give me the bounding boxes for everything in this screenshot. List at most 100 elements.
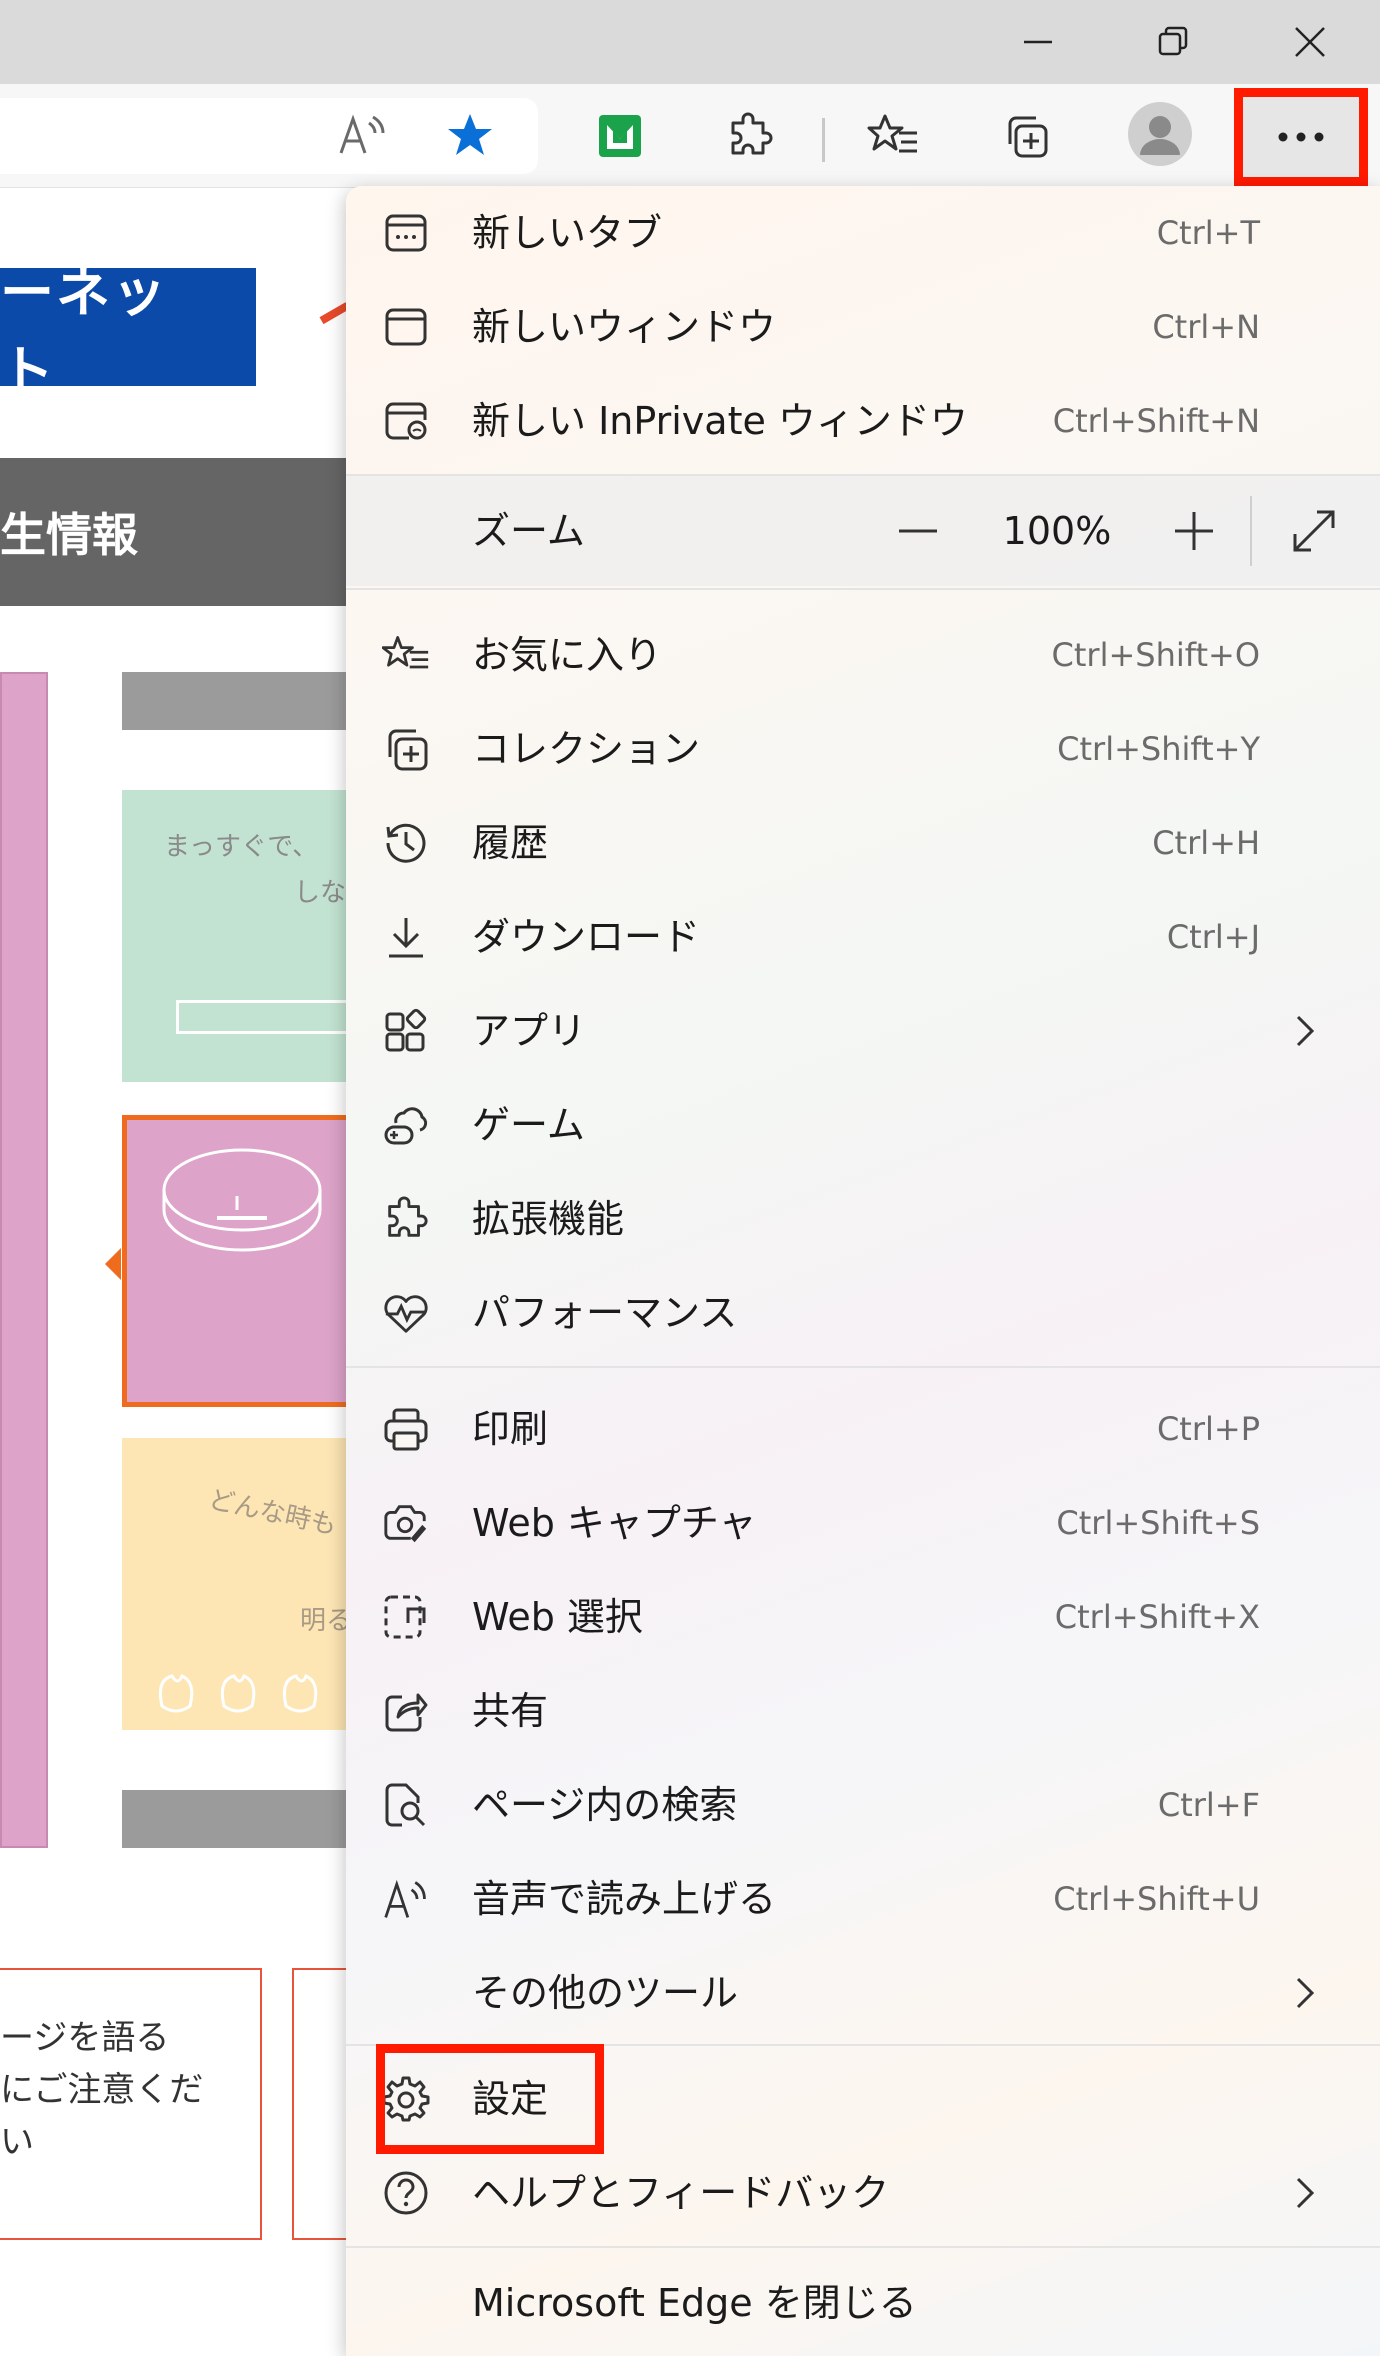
menu-item-label: 履歴 [472, 821, 549, 865]
address-bar[interactable] [0, 98, 538, 174]
close-icon [1295, 27, 1325, 57]
help-icon [382, 2169, 430, 2217]
new-tab-icon [382, 209, 430, 257]
yellow-card-line1: どんな時も [205, 1484, 340, 1542]
more-dots-icon [1278, 132, 1324, 142]
side-column [0, 672, 48, 1848]
menu-item-shortcut: Ctrl+Shift+N [1052, 402, 1260, 440]
read-aloud-button[interactable] [326, 100, 398, 172]
chevron-right-icon [1280, 1007, 1328, 1055]
fullscreen-button[interactable] [1278, 495, 1350, 567]
menu-item-web-capture[interactable]: Web キャプチャ Ctrl+Shift+S [346, 1476, 1380, 1570]
history-icon [382, 819, 430, 867]
web-select-icon [382, 1593, 430, 1641]
extension-green-button[interactable] [584, 100, 656, 172]
extensions-icon [382, 1195, 430, 1243]
settings-and-more-button[interactable] [1234, 88, 1368, 186]
plus-icon [1175, 512, 1213, 550]
menu-item-label: 共有 [472, 1689, 549, 1733]
menu-divider [346, 1366, 1380, 1368]
menu-item-web-select[interactable]: Web 選択 Ctrl+Shift+X [346, 1570, 1380, 1664]
menu-item-new-window[interactable]: 新しいウィンドウ Ctrl+N [346, 280, 1380, 374]
restore-button[interactable] [1113, 0, 1233, 84]
new-window-icon [382, 303, 430, 351]
fullscreen-expand-icon [1293, 510, 1335, 552]
print-icon [382, 1405, 430, 1453]
profile-button[interactable] [1124, 98, 1196, 170]
menu-item-label: Web 選択 [472, 1595, 643, 1639]
chevron-right-icon [1280, 1969, 1328, 2017]
close-window-button[interactable] [1250, 0, 1370, 84]
notice-line: にご注意くだ [0, 2070, 204, 2110]
extension-green-icon [599, 115, 641, 157]
collections-button[interactable] [990, 100, 1062, 172]
tulip-decoration-icon [158, 1674, 318, 1713]
menu-item-shortcut: Ctrl+Shift+S [1056, 1504, 1260, 1542]
menu-item-read-aloud[interactable]: 音声で読み上げる Ctrl+Shift+U [346, 1852, 1380, 1946]
site-logo[interactable]: ーネット [0, 261, 256, 403]
menu-item-collections[interactable]: コレクション Ctrl+Shift+Y [346, 702, 1380, 796]
menu-item-new-tab[interactable]: 新しいタブ Ctrl+T [346, 186, 1380, 280]
menu-item-apps[interactable]: アプリ [346, 984, 1380, 1078]
download-icon [382, 913, 430, 961]
menu-item-share[interactable]: 共有 [346, 1664, 1380, 1758]
notice-line: ージを語る [0, 2018, 170, 2058]
menu-item-close-edge[interactable]: Microsoft Edge を閉じる [346, 2256, 1380, 2350]
pink-card[interactable] [105, 1115, 382, 1407]
menu-item-performance[interactable]: パフォーマンス [346, 1266, 1380, 1360]
menu-item-favorites[interactable]: お気に入り Ctrl+Shift+O [346, 608, 1380, 702]
menu-item-shortcut: Ctrl+F [1157, 1786, 1260, 1824]
find-on-page-icon [382, 1781, 430, 1829]
favorite-star-icon [448, 114, 492, 155]
menu-item-print[interactable]: 印刷 Ctrl+P [346, 1382, 1380, 1476]
menu-item-label: 新しいウィンドウ [472, 305, 777, 349]
zoom-label: ズーム [472, 509, 585, 553]
menu-item-label: パフォーマンス [472, 1291, 738, 1335]
title-bar [0, 0, 1380, 84]
extensions-puzzle-icon [731, 112, 773, 155]
yellow-card[interactable]: どんな時も 明る [122, 1438, 382, 1730]
green-card-line2: しな [294, 878, 347, 908]
favorite-this-page-button[interactable] [434, 100, 506, 172]
green-card[interactable]: まっすぐで、 しな [122, 790, 416, 1082]
menu-item-label: お気に入り [472, 633, 663, 677]
menu-item-history[interactable]: 履歴 Ctrl+H [346, 796, 1380, 890]
menu-item-help-and-feedback[interactable]: ヘルプとフィードバック [346, 2146, 1380, 2240]
menu-item-extensions[interactable]: 拡張機能 [346, 1172, 1380, 1266]
notice-box: ージを語る にご注意くだ い [0, 1968, 262, 2240]
chevron-right-icon [1280, 2169, 1328, 2217]
favorites-button[interactable] [858, 100, 930, 172]
performance-icon [382, 1289, 430, 1337]
settings-highlight [376, 2044, 604, 2154]
info-band: 生情報 [0, 458, 360, 606]
restore-icon [1158, 26, 1188, 56]
menu-item-label: 音声で読み上げる [472, 1877, 777, 1921]
menu-item-label: ダウンロード [472, 915, 701, 959]
browser-toolbar [0, 84, 1380, 188]
minimize-button[interactable] [978, 0, 1098, 84]
toolbar-separator [822, 118, 825, 162]
yellow-card-line2: 明る [300, 1606, 353, 1636]
menu-item-label: アプリ [472, 1009, 587, 1053]
extensions-button[interactable] [714, 100, 786, 172]
menu-item-find-on-page[interactable]: ページ内の検索 Ctrl+F [346, 1758, 1380, 1852]
zoom-out-button[interactable] [882, 495, 954, 567]
green-card-line1: まっすぐで、 [164, 832, 319, 862]
games-icon [382, 1101, 430, 1149]
minimize-icon [1024, 40, 1052, 44]
read-aloud-icon [382, 1875, 430, 1923]
menu-item-more-tools[interactable]: その他のツール [346, 1946, 1380, 2040]
favorites-icon [867, 114, 917, 153]
zoom-in-button[interactable] [1158, 495, 1230, 567]
minus-icon [899, 529, 937, 533]
menu-item-games[interactable]: ゲーム [346, 1078, 1380, 1172]
menu-item-label: ページ内の検索 [472, 1783, 738, 1827]
menu-item-new-inprivate-window[interactable]: 新しい InPrivate ウィンドウ Ctrl+Shift+N [346, 374, 1380, 468]
menu-item-downloads[interactable]: ダウンロード Ctrl+J [346, 890, 1380, 984]
menu-item-shortcut: Ctrl+H [1152, 824, 1260, 862]
menu-item-shortcut: Ctrl+J [1166, 918, 1260, 956]
menu-item-label: ゲーム [472, 1103, 585, 1147]
menu-item-shortcut: Ctrl+P [1156, 1410, 1260, 1448]
pink-card-arrow [105, 1248, 121, 1280]
collections-icon [1008, 116, 1048, 158]
